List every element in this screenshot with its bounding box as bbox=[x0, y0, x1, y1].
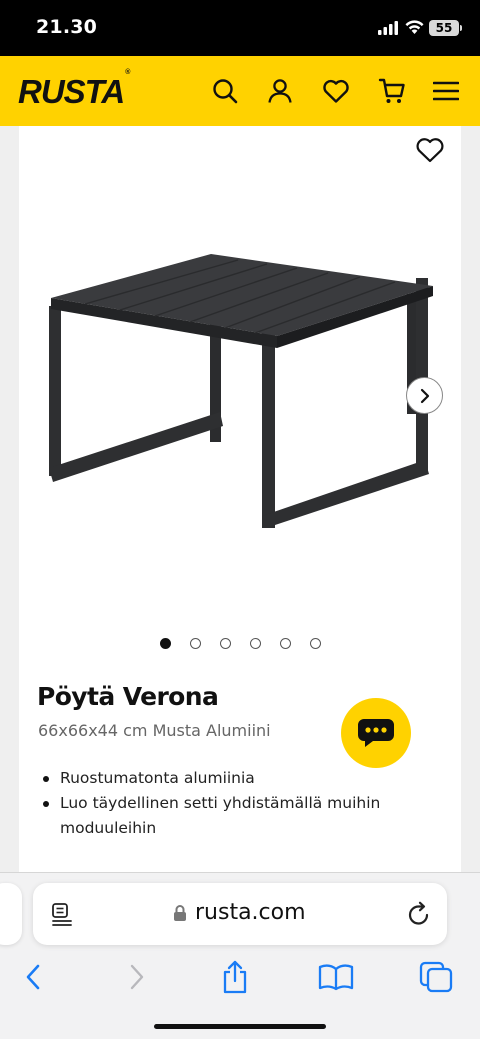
browser-nav bbox=[0, 957, 480, 1001]
share-icon[interactable] bbox=[215, 957, 255, 997]
pagination-dot-6[interactable] bbox=[310, 638, 321, 649]
pagination-dot-5[interactable] bbox=[280, 638, 291, 649]
product-features: Ruostumatonta alumiinia Luo täydellinen … bbox=[41, 766, 421, 841]
search-icon[interactable] bbox=[209, 75, 241, 107]
rusta-logo[interactable]: RUSTA® bbox=[18, 69, 130, 111]
pagination-dot-3[interactable] bbox=[220, 638, 231, 649]
page: 21.30 55 RUSTA® Pöytä Verona 66x66x44 cm… bbox=[0, 0, 480, 1039]
product-title: Pöytä Verona bbox=[37, 682, 219, 711]
wishlist-icon[interactable] bbox=[320, 75, 352, 107]
chevron-right-icon bbox=[420, 388, 429, 403]
battery-icon: 55 bbox=[429, 20, 462, 36]
registered-mark: ® bbox=[125, 69, 130, 76]
next-image-button[interactable] bbox=[406, 377, 443, 414]
home-indicator bbox=[154, 1024, 326, 1029]
logo-text: RUSTA bbox=[18, 73, 125, 110]
product-subtitle: 66x66x44 cm Musta Alumiini bbox=[38, 721, 271, 740]
chat-bubble-icon bbox=[358, 719, 394, 747]
cart-icon[interactable] bbox=[376, 75, 408, 107]
site-header: RUSTA® bbox=[0, 56, 480, 126]
previous-tab-preview[interactable] bbox=[0, 883, 22, 945]
add-to-wishlist-heart-icon[interactable] bbox=[415, 136, 445, 164]
forward-icon[interactable] bbox=[117, 957, 157, 997]
lock-icon bbox=[173, 904, 187, 927]
browser-toolbar: rusta.com bbox=[0, 872, 480, 1039]
tabs-icon[interactable] bbox=[416, 957, 456, 997]
pagination-dot-4[interactable] bbox=[250, 638, 261, 649]
account-icon[interactable] bbox=[264, 75, 296, 107]
image-pagination bbox=[160, 638, 321, 649]
pagination-dot-1[interactable] bbox=[160, 638, 171, 649]
menu-icon[interactable] bbox=[430, 75, 462, 107]
product-card: Pöytä Verona 66x66x44 cm Musta Alumiini … bbox=[19, 126, 461, 886]
feature-item: Luo täydellinen setti yhdistämällä muihi… bbox=[41, 791, 421, 841]
status-bar: 21.30 55 bbox=[0, 0, 480, 56]
pagination-dot-2[interactable] bbox=[190, 638, 201, 649]
back-icon[interactable] bbox=[13, 957, 53, 997]
url-text[interactable]: rusta.com bbox=[195, 900, 306, 925]
reload-icon[interactable] bbox=[407, 901, 431, 932]
reader-mode-icon[interactable] bbox=[51, 902, 73, 931]
bookmarks-icon[interactable] bbox=[316, 957, 356, 997]
status-time: 21.30 bbox=[36, 16, 98, 38]
signal-icon bbox=[378, 21, 398, 40]
feature-item: Ruostumatonta alumiinia bbox=[41, 766, 421, 791]
product-image[interactable] bbox=[45, 236, 435, 536]
wifi-icon bbox=[404, 19, 425, 40]
address-bar[interactable]: rusta.com bbox=[33, 883, 447, 945]
chat-button[interactable] bbox=[341, 698, 411, 768]
